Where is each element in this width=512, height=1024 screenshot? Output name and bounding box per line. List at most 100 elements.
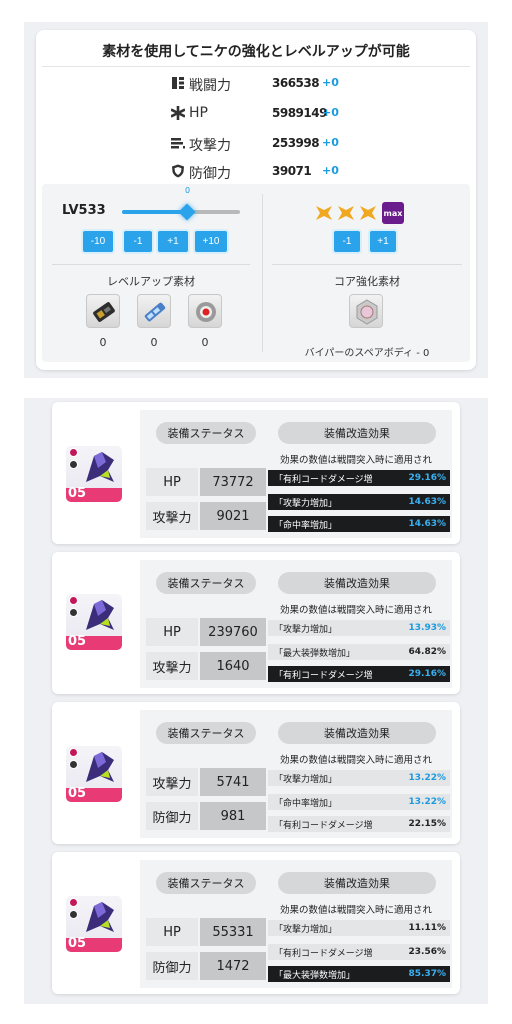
stat-label: 攻撃力 <box>189 138 231 154</box>
equipment-stat-value: 9021 <box>200 502 266 530</box>
equipment-effect-tab[interactable]: 装備改造効果 <box>278 872 436 894</box>
equipment-tier: 05 <box>68 936 87 951</box>
stat-label: HP <box>189 105 208 121</box>
stat-delta: +0 <box>322 106 339 119</box>
stat-row-hp: HP 5989149 +0 <box>36 102 476 126</box>
effect-value: 29.16% <box>408 669 447 679</box>
effect-name: 「攻撃力増加」 <box>274 624 338 635</box>
stat-value: 39071 <box>272 164 312 178</box>
equipment-icon[interactable]: 05 <box>66 446 122 502</box>
combat-power-icon <box>172 77 184 89</box>
equipment-icon[interactable]: 05 <box>66 746 122 802</box>
equipment-tier: 05 <box>68 486 87 501</box>
equipment-stat-panel: 装備ステータス 装備改造効果 HP 239760 攻撃力 1640 効果の数値は… <box>140 560 452 688</box>
battle-data-icon <box>93 302 115 322</box>
effect-value: 14.63% <box>408 497 447 507</box>
effect-row: 「命中率増加」 14.63% <box>268 516 450 532</box>
effect-row: 「攻撃力増加」 13.93% <box>268 620 450 636</box>
level-material-2[interactable] <box>137 294 171 328</box>
equipment-status-tab[interactable]: 装備ステータス <box>156 422 256 444</box>
equipment-gear-icon <box>86 600 114 630</box>
stat-value: 366538 <box>272 76 320 90</box>
effect-name: 「攻撃力増加」 <box>274 774 338 785</box>
slider-value: 0 <box>185 186 191 195</box>
stat-delta: +0 <box>322 164 339 177</box>
core-minus-1-button[interactable]: -1 <box>334 231 360 252</box>
equipment-tier: 05 <box>68 786 87 801</box>
effect-name: 「有利コードダメージ増 <box>274 948 373 959</box>
core-material[interactable] <box>349 294 383 328</box>
equipment-card: 05 装備ステータス 装備改造効果 HP 55331 防御力 1472 効果の数… <box>52 852 460 994</box>
effect-value: 22.15% <box>408 819 447 829</box>
effect-row: 「攻撃力増加」 14.63% <box>268 494 450 510</box>
hp-icon <box>171 106 185 120</box>
equipment-stat-value: 1640 <box>200 652 266 680</box>
level-material-3[interactable] <box>188 294 222 328</box>
stat-value: 253998 <box>272 136 320 150</box>
effect-row: 「有利コードダメージ増 22.15% <box>268 816 450 832</box>
core-max-badge: max <box>382 202 404 224</box>
defense-icon <box>172 164 184 178</box>
level-minus-1-button[interactable]: -1 <box>124 231 152 252</box>
slider-handle[interactable] <box>178 203 196 221</box>
equipment-status-tab[interactable]: 装備ステータス <box>156 572 256 594</box>
equipment-gear-icon <box>86 452 114 482</box>
effect-name: 「有利コードダメージ増 <box>274 820 373 831</box>
divider <box>272 264 462 265</box>
equipment-stat-value: 55331 <box>200 918 266 946</box>
stat-row-defense: 防御力 39071 +0 <box>36 160 476 184</box>
effect-name: 「命中率増加」 <box>274 520 338 531</box>
level-minus-10-button[interactable]: -10 <box>83 231 113 252</box>
equipment-card: 05 装備ステータス 装備改造効果 HP 73772 攻撃力 9021 効果の数… <box>52 402 460 544</box>
manufacturer-icon <box>69 460 78 469</box>
spare-body-icon <box>356 299 378 325</box>
equipment-stat-label: HP <box>146 618 198 646</box>
level-materials-title: レベルアップ素材 <box>107 275 195 288</box>
effect-note: 効果の数値は戦闘突入時に適用され <box>280 455 433 466</box>
equipment-stat-label: 防御力 <box>146 802 198 830</box>
equipment-stat-value: 73772 <box>200 468 266 496</box>
equipment-effect-tab[interactable]: 装備改造効果 <box>278 422 436 444</box>
equipment-status-tab[interactable]: 装備ステータス <box>156 872 256 894</box>
effect-row: 「有利コードダメージ増 23.56% <box>268 944 450 960</box>
equipment-effect-tab[interactable]: 装備改造効果 <box>278 572 436 594</box>
equipment-card: 05 装備ステータス 装備改造効果 HP 239760 攻撃力 1640 効果の… <box>52 552 460 694</box>
equipment-card: 05 装備ステータス 装備改造効果 攻撃力 5741 防御力 981 効果の数値… <box>52 702 460 844</box>
level-plus-1-button[interactable]: +1 <box>158 231 188 252</box>
level-material-1[interactable] <box>86 294 120 328</box>
equipment-stat-label: HP <box>146 918 198 946</box>
manufacturer-icon <box>69 760 78 769</box>
equipment-status-tab[interactable]: 装備ステータス <box>156 722 256 744</box>
effect-note: 効果の数値は戦闘突入時に適用され <box>280 905 433 916</box>
level-plus-10-button[interactable]: +10 <box>195 231 227 252</box>
effect-row: 「攻撃力増加」 13.22% <box>268 770 450 786</box>
effect-name: 「最大装弾数増加」 <box>274 970 356 981</box>
effect-value: 85.37% <box>408 969 447 979</box>
level-slider[interactable] <box>122 203 240 221</box>
stat-row-combat-power: 戦闘力 366538 +0 <box>36 72 476 96</box>
equipment-stat-panel: 装備ステータス 装備改造効果 HP 55331 防御力 1472 効果の数値は戦… <box>140 860 452 988</box>
divider <box>52 264 250 265</box>
effect-name: 「有利コードダメージ増 <box>274 474 373 485</box>
equipment-stat-value: 239760 <box>200 618 266 646</box>
material-count: 0 <box>99 336 107 349</box>
effect-name: 「有利コードダメージ増 <box>274 670 373 681</box>
core-plus-1-button[interactable]: +1 <box>370 231 396 252</box>
equipment-stat-label: 防御力 <box>146 952 198 980</box>
equipment-icon[interactable]: 05 <box>66 594 122 650</box>
stat-delta: +0 <box>322 136 339 149</box>
equipment-stat-label: 攻撃力 <box>146 768 198 796</box>
effect-name: 「攻撃力増加」 <box>274 498 338 509</box>
effect-value: 14.63% <box>408 519 447 529</box>
level-label: LV533 <box>62 203 106 218</box>
effect-value: 23.56% <box>408 947 447 957</box>
effect-row: 「有利コードダメージ増 29.16% <box>268 666 450 682</box>
class-icon <box>69 748 78 757</box>
equipment-icon[interactable]: 05 <box>66 896 122 952</box>
effect-value: 29.16% <box>408 473 447 483</box>
equipment-stat-value: 1472 <box>200 952 266 980</box>
effect-name: 「最大装弾数増加」 <box>274 648 356 659</box>
effect-value: 64.82% <box>408 647 447 657</box>
equipment-effect-tab[interactable]: 装備改造効果 <box>278 722 436 744</box>
effect-value: 13.22% <box>408 797 447 807</box>
